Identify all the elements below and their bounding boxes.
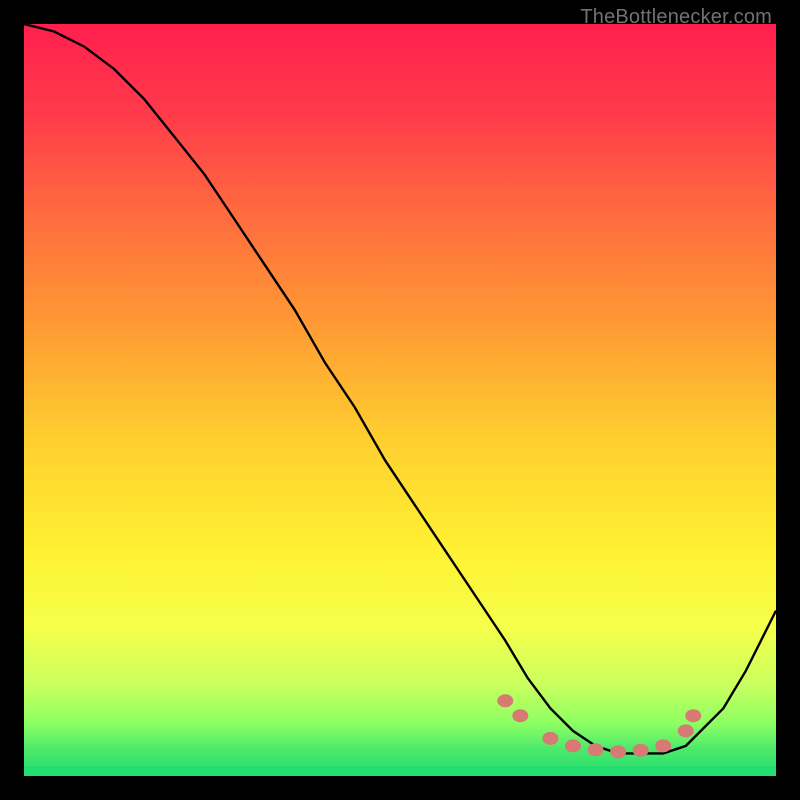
data-dot: [656, 740, 671, 752]
data-dot: [588, 744, 603, 756]
data-dot: [566, 740, 581, 752]
data-dot: [543, 732, 558, 744]
data-dot: [678, 725, 693, 737]
bottleneck-chart: [24, 24, 776, 776]
chart-frame: [24, 24, 776, 776]
data-dot: [513, 710, 528, 722]
data-dot: [611, 746, 626, 758]
bottom-band: [24, 766, 776, 776]
gradient-background: [24, 24, 776, 776]
data-dot: [633, 744, 648, 756]
watermark-text: TheBottlenecker.com: [580, 6, 772, 29]
data-dot: [686, 710, 701, 722]
data-dot: [498, 695, 513, 707]
